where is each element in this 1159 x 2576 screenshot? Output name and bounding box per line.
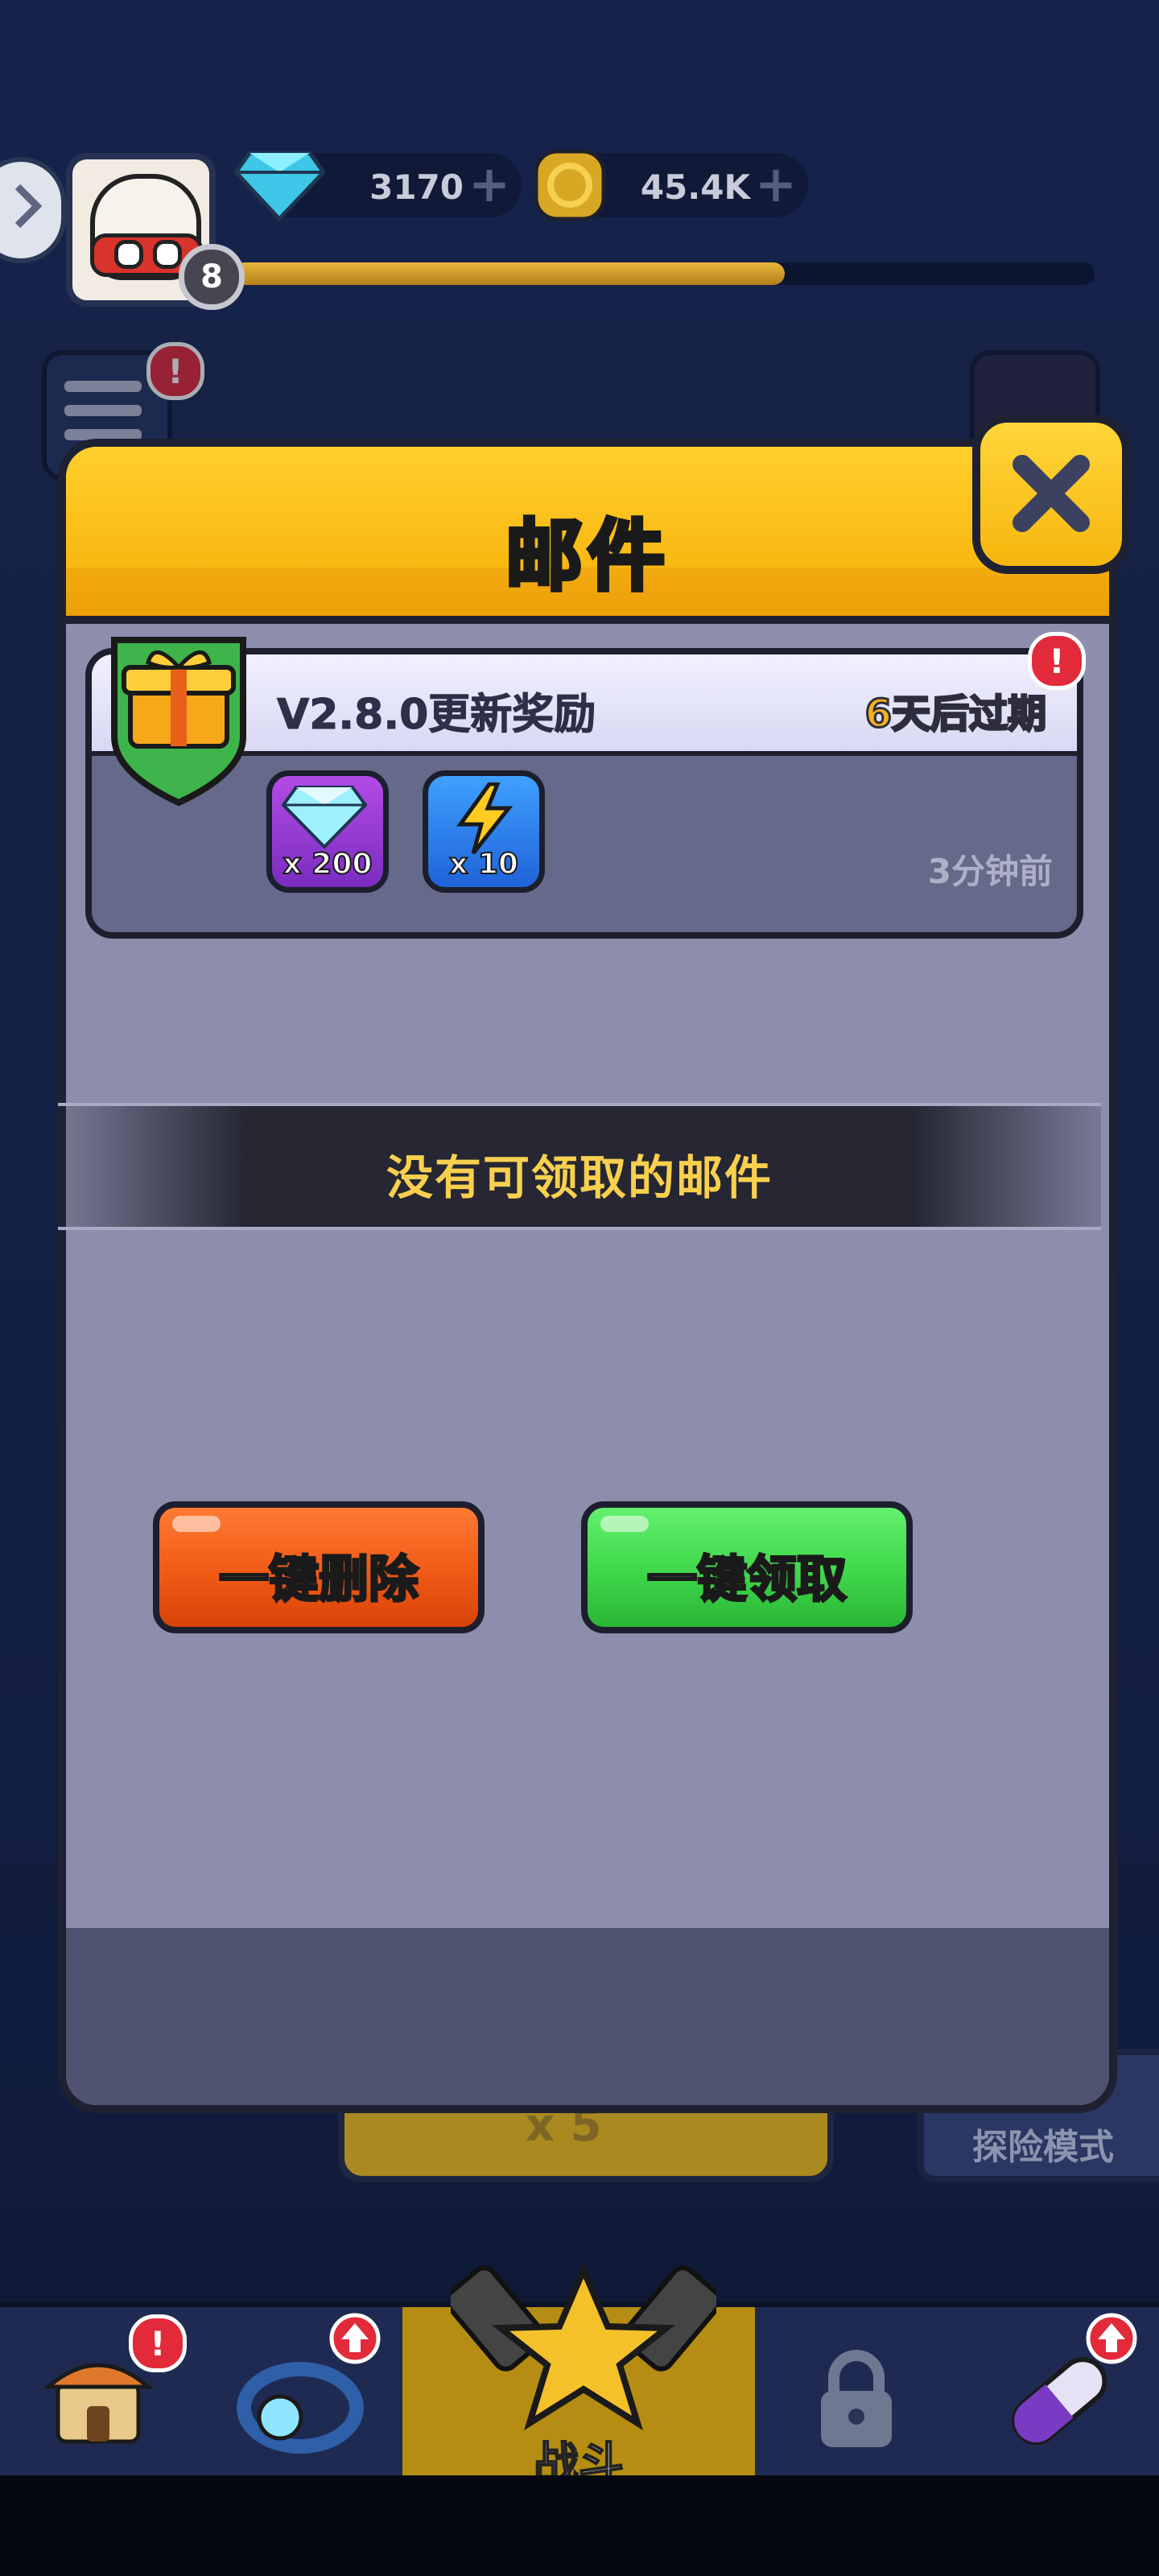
coin-icon	[534, 149, 606, 221]
coin-count: 45.4K	[640, 167, 750, 207]
gear-upgrade-arrow-icon	[329, 2313, 381, 2364]
close-button[interactable]	[972, 415, 1130, 574]
gem-icon	[282, 786, 367, 848]
battle-icon	[451, 2261, 716, 2431]
mail-expiry: 6天后过期	[864, 691, 1047, 738]
xp-bar-fill	[233, 262, 785, 285]
add-gems-button[interactable]: +	[468, 159, 510, 209]
close-icon	[1013, 455, 1090, 532]
gem-icon	[233, 151, 326, 222]
chevron-right-icon	[14, 184, 43, 229]
delete-all-button[interactable]: 一键删除	[153, 1501, 485, 1633]
explore-mode-label: 探险模式	[972, 2127, 1114, 2168]
tab-locked[interactable]	[755, 2307, 962, 2475]
mail-unread-badge: !	[1028, 632, 1086, 690]
reward-energy[interactable]: x 10	[423, 770, 545, 893]
mail-dialog-title: 邮件	[504, 510, 670, 604]
claim-all-label: 一键领取	[645, 1549, 848, 1610]
mail-subject: V2.8.0更新奖励	[276, 691, 596, 740]
add-coins-button[interactable]: +	[755, 159, 797, 209]
system-nav-area	[0, 2475, 1159, 2576]
empty-mail-message: 没有可领取的邮件	[386, 1150, 773, 1205]
level-badge: 8	[179, 244, 245, 310]
lightning-icon	[456, 782, 514, 855]
empty-mail-banner: 没有可领取的邮件	[58, 1103, 1101, 1230]
delete-all-label: 一键删除	[217, 1549, 419, 1610]
reward-gems-qty: x 200	[283, 847, 373, 881]
xp-bar	[233, 262, 1095, 285]
reward-energy-qty: x 10	[448, 847, 519, 881]
mail-time-ago: 3分钟前	[927, 852, 1053, 891]
claim-all-button[interactable]: 一键领取	[581, 1501, 913, 1633]
mail-dialog-footer	[66, 1928, 1109, 2105]
shop-alert-badge: !	[129, 2314, 187, 2372]
lock-icon	[821, 2350, 892, 2447]
gift-icon	[111, 637, 246, 807]
reward-gems[interactable]: x 200	[266, 770, 389, 893]
items-upgrade-arrow-icon	[1086, 2313, 1137, 2364]
gem-count: 3170	[369, 167, 464, 207]
